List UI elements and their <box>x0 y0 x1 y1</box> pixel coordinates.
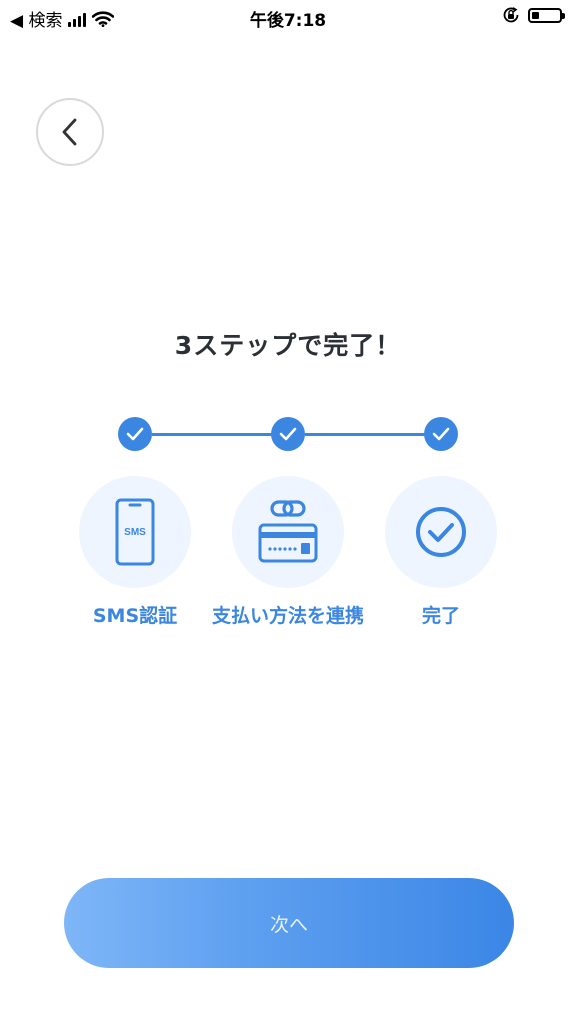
status-right <box>502 6 565 24</box>
battery-icon <box>528 7 565 23</box>
status-time: 午後7:18 <box>249 11 327 31</box>
step-2-icon-circle <box>232 476 344 588</box>
checkmark-icon <box>279 427 297 441</box>
stepper-connector-1 <box>152 433 272 436</box>
step-3-label: 完了 <box>421 605 460 627</box>
step-3-check-dot <box>424 417 458 451</box>
linked-card-icon <box>258 500 318 563</box>
sms-icon-text: SMS <box>124 527 146 538</box>
step-1-icon-circle: SMS <box>79 476 191 588</box>
back-button[interactable] <box>36 98 104 166</box>
status-bar: ◀ 検索 午後7:18 <box>0 0 576 34</box>
checkmark-icon <box>126 427 144 441</box>
next-button[interactable]: 次へ <box>64 878 514 968</box>
chevron-left-icon <box>62 118 77 146</box>
stepper <box>0 414 576 454</box>
step-1-check-dot <box>118 417 152 451</box>
page-title: 3ステップで完了！ <box>174 331 402 360</box>
next-button-label[interactable]: 次へ <box>270 910 308 937</box>
orientation-lock-icon <box>503 7 519 23</box>
check-circle-icon <box>416 507 466 557</box>
step-2-check-dot <box>271 417 305 451</box>
checkmark-icon <box>432 427 450 441</box>
smartphone-sms-icon: SMS <box>115 498 155 566</box>
stepper-connector-2 <box>305 433 425 436</box>
step-3-icon-circle <box>385 476 497 588</box>
